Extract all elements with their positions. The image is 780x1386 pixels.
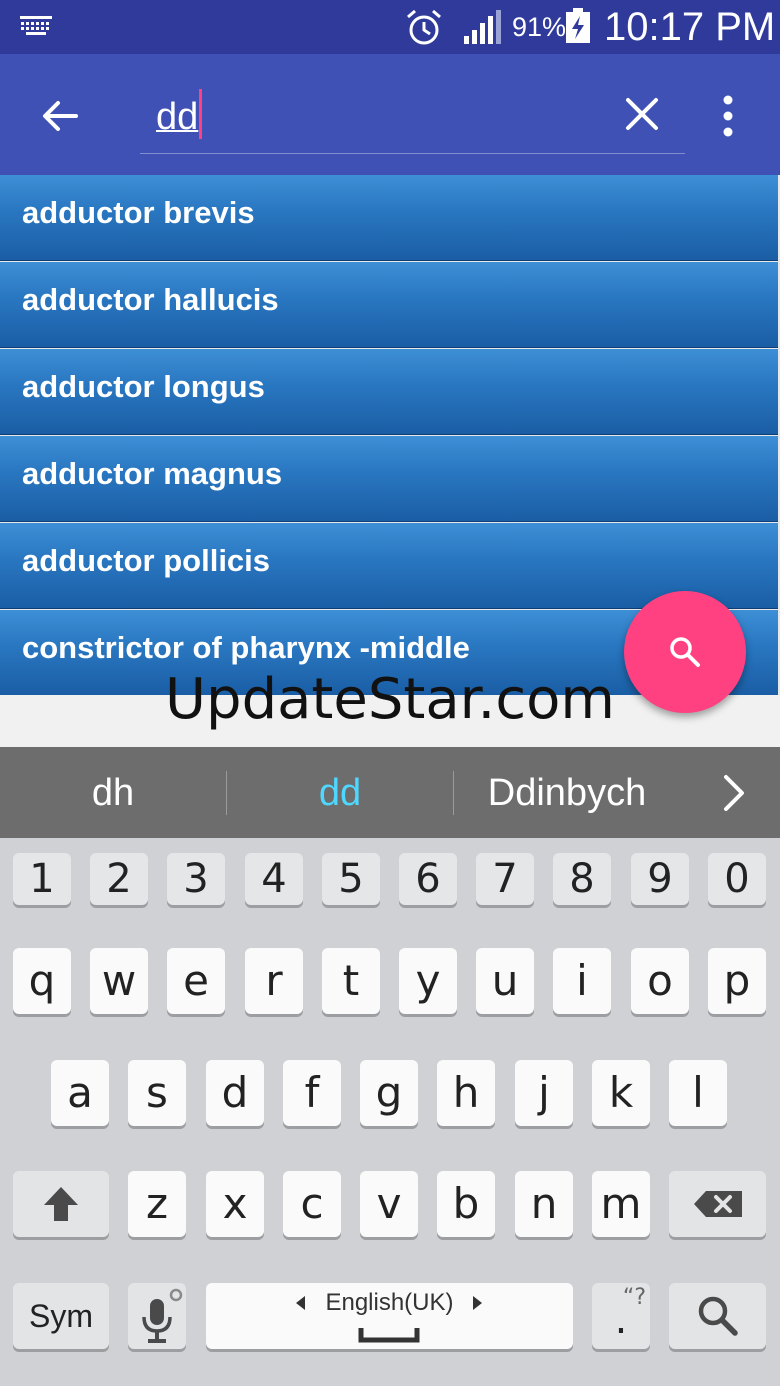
space-key[interactable]: English(UK) — [206, 1283, 573, 1349]
key-w[interactable]: w — [90, 948, 148, 1014]
shift-key[interactable] — [13, 1171, 109, 1237]
search-field[interactable] — [140, 84, 685, 154]
list-item-label: adductor magnus — [22, 456, 283, 491]
key-n[interactable]: n — [515, 1171, 573, 1237]
signal-icon — [464, 10, 501, 44]
key-q[interactable]: q — [13, 948, 71, 1014]
more-vert-icon[interactable] — [716, 94, 740, 138]
space-language-label: English(UK) — [325, 1289, 454, 1316]
key-h[interactable]: h — [437, 1060, 495, 1126]
list-item[interactable]: adductor magnus — [0, 436, 778, 522]
list-item[interactable]: adductor longus — [0, 349, 778, 435]
clock: 10:17 PM — [604, 5, 776, 49]
key-0[interactable]: 0 — [708, 853, 766, 905]
suggestion-strip: dh dd Ddinbych — [0, 747, 780, 838]
key-3[interactable]: 3 — [167, 853, 225, 905]
key-4[interactable]: 4 — [245, 853, 303, 905]
key-7[interactable]: 7 — [476, 853, 534, 905]
key-t[interactable]: t — [322, 948, 380, 1014]
suggestion-item[interactable]: Ddinbych — [454, 769, 680, 817]
key-z[interactable]: z — [128, 1171, 186, 1237]
back-arrow-icon[interactable] — [38, 94, 82, 138]
key-x[interactable]: x — [206, 1171, 264, 1237]
key-f[interactable]: f — [283, 1060, 341, 1126]
key-j[interactable]: j — [515, 1060, 573, 1126]
key-a[interactable]: a — [51, 1060, 109, 1126]
key-i[interactable]: i — [553, 948, 611, 1014]
key-o[interactable]: o — [631, 948, 689, 1014]
search-app-bar — [0, 54, 780, 175]
search-input[interactable] — [156, 92, 616, 142]
key-y[interactable]: y — [399, 948, 457, 1014]
chevron-right-small-icon — [473, 1296, 482, 1310]
key-p[interactable]: p — [708, 948, 766, 1014]
list-item-label: adductor hallucis — [22, 282, 279, 317]
key-c[interactable]: c — [283, 1171, 341, 1237]
key-u[interactable]: u — [476, 948, 534, 1014]
key-2[interactable]: 2 — [90, 853, 148, 905]
voice-input-key[interactable] — [128, 1283, 186, 1349]
key-b[interactable]: b — [437, 1171, 495, 1237]
key-5[interactable]: 5 — [322, 853, 380, 905]
search-icon — [698, 1296, 738, 1336]
battery-percent: 91% — [512, 12, 567, 42]
key-e[interactable]: e — [167, 948, 225, 1014]
key-6[interactable]: 6 — [399, 853, 457, 905]
list-item-label: constrictor of pharynx -middle — [22, 630, 470, 665]
list-item[interactable]: adductor brevis — [0, 175, 778, 261]
keyboard-icon — [20, 16, 52, 35]
key-1[interactable]: 1 — [13, 853, 71, 905]
list-item-label: adductor pollicis — [22, 543, 271, 578]
alarm-icon — [407, 9, 441, 45]
key-9[interactable]: 9 — [631, 853, 689, 905]
key-v[interactable]: v — [360, 1171, 418, 1237]
shift-arrow-icon — [44, 1187, 78, 1221]
battery-charging-icon — [566, 8, 590, 43]
list-item-label: adductor brevis — [22, 195, 255, 230]
search-key[interactable] — [669, 1283, 766, 1349]
suggestion-item[interactable]: dh — [0, 769, 226, 817]
clear-icon[interactable] — [622, 94, 662, 134]
key-k[interactable]: k — [592, 1060, 650, 1126]
sym-key[interactable]: Sym — [13, 1283, 109, 1349]
chevron-right-icon[interactable] — [716, 771, 752, 815]
key-l[interactable]: l — [669, 1060, 727, 1126]
text-cursor — [199, 89, 202, 139]
period-label: . — [614, 1297, 628, 1343]
status-bar: 91% 10:17 PM — [0, 0, 780, 54]
search-icon — [670, 637, 700, 667]
key-d[interactable]: d — [206, 1060, 264, 1126]
soft-keyboard: 1 2 3 4 5 6 7 8 9 0 q w e r t y u i o p … — [0, 838, 780, 1386]
key-8[interactable]: 8 — [553, 853, 611, 905]
key-r[interactable]: r — [245, 948, 303, 1014]
spacebar-icon — [358, 1328, 420, 1343]
list-item[interactable]: adductor hallucis — [0, 262, 778, 348]
search-fab[interactable] — [624, 591, 746, 713]
key-g[interactable]: g — [360, 1060, 418, 1126]
key-s[interactable]: s — [128, 1060, 186, 1126]
list-item-label: adductor longus — [22, 369, 265, 404]
backspace-icon — [693, 1191, 742, 1217]
key-m[interactable]: m — [592, 1171, 650, 1237]
suggestion-item-selected[interactable]: dd — [227, 769, 453, 817]
period-key[interactable]: “? . — [592, 1283, 650, 1349]
microphone-icon — [142, 1288, 183, 1343]
backspace-key[interactable] — [669, 1171, 766, 1237]
